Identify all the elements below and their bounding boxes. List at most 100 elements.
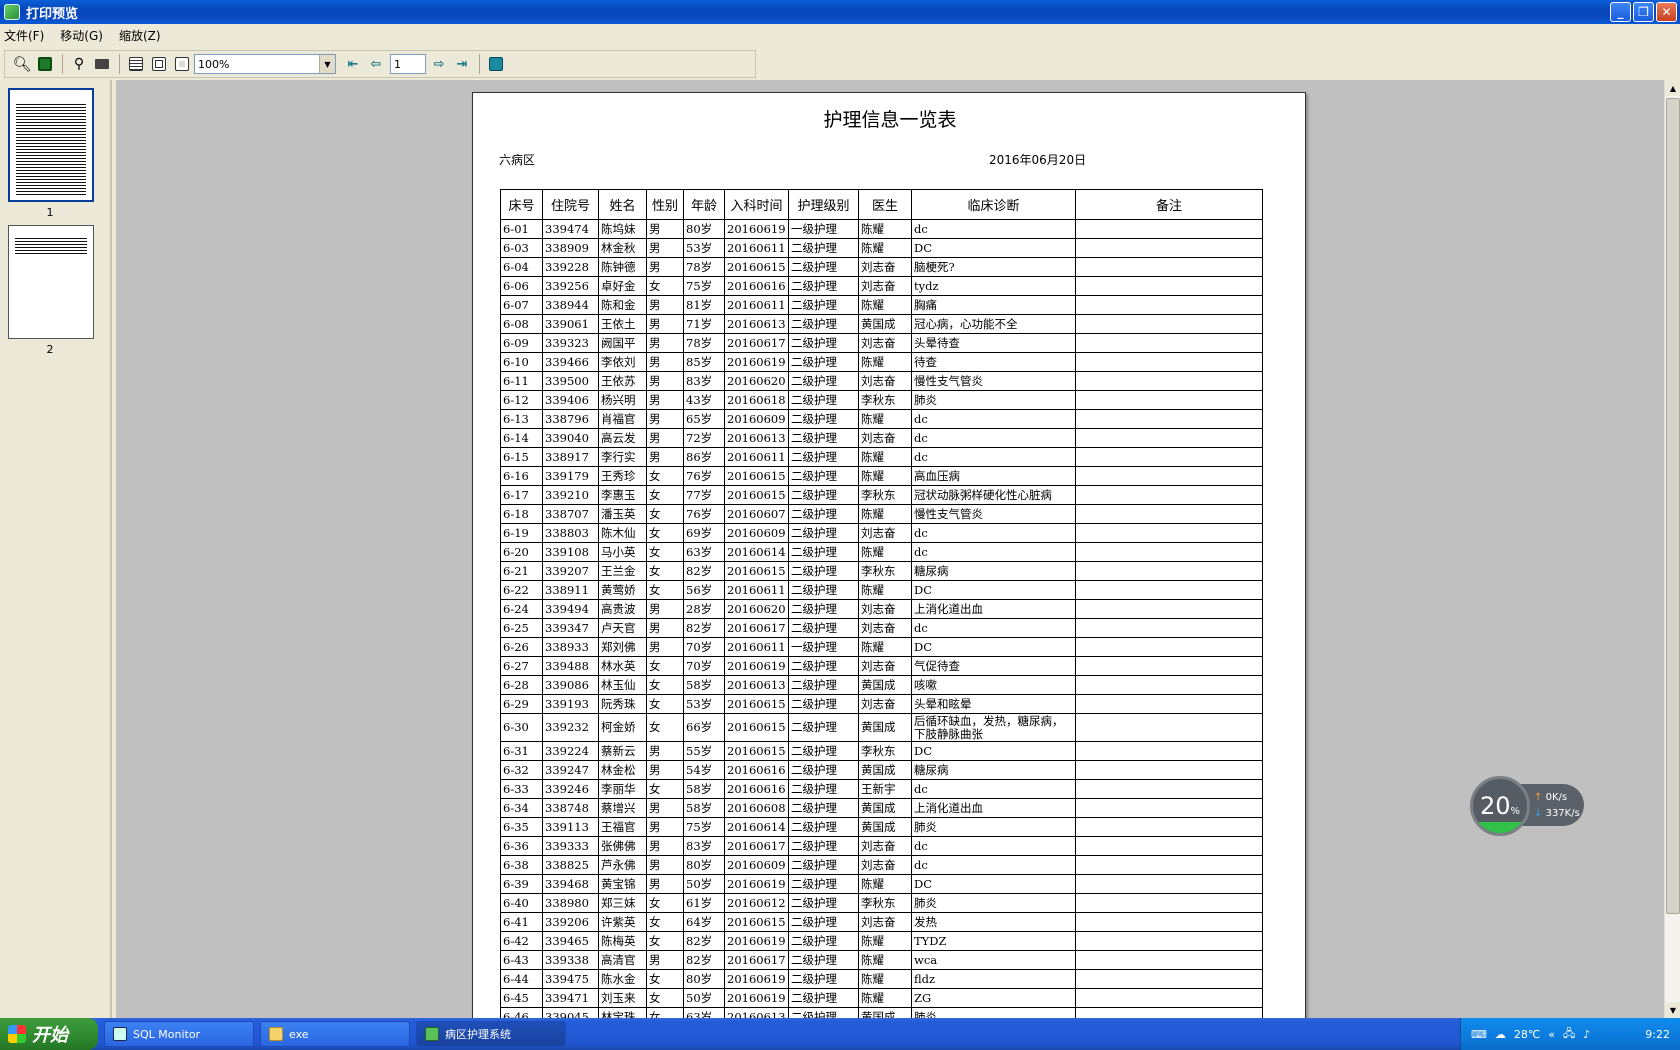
page-thumbnail-2[interactable] (8, 225, 94, 339)
table-cell: 女 (646, 466, 684, 486)
table-cell: 二级护理 (788, 542, 859, 562)
table-cell: 339228 (542, 257, 599, 277)
table-cell (1075, 390, 1263, 410)
table-cell: 53岁 (683, 694, 725, 714)
table-cell: 男 (646, 352, 684, 372)
table-cell (1075, 257, 1263, 277)
preview-area[interactable]: 护理信息一览表 六病区 2016年06月20日 床号 住院号 姓名 性别 年龄 入科时间护… (116, 80, 1664, 1018)
task-sql-monitor[interactable]: SQL Monitor (104, 1021, 254, 1047)
task-ward-nursing-system[interactable]: 病区护理系统 (416, 1021, 566, 1047)
table-cell: 54岁 (683, 760, 725, 780)
table-cell: 肺炎 (911, 893, 1076, 913)
table-cell: 二级护理 (788, 428, 859, 448)
page-width-button[interactable] (148, 53, 170, 75)
save-button[interactable] (34, 53, 56, 75)
scroll-thumb[interactable] (1666, 98, 1680, 914)
table-cell: 男 (646, 741, 684, 761)
menu-move[interactable]: 移动(G) (60, 27, 103, 44)
table-cell: 刘志奋 (858, 694, 912, 714)
table-cell: 338911 (542, 580, 599, 600)
table-cell: 陈耀 (858, 637, 912, 657)
table-cell: 83岁 (683, 371, 725, 391)
print-button[interactable] (91, 53, 113, 75)
zoom-button[interactable]: 🔍︎ (11, 53, 33, 75)
table-cell: 71岁 (683, 314, 725, 334)
table-cell: 男 (646, 618, 684, 638)
vertical-scrollbar[interactable]: ▲ ▼ (1664, 80, 1680, 1018)
title-bar[interactable]: 打印预览 _ ❐ ✕ (0, 0, 1680, 24)
weather-icon[interactable]: ☁ (1495, 1028, 1506, 1041)
table-cell: 338933 (542, 637, 599, 657)
minimize-button[interactable]: _ (1610, 2, 1631, 22)
last-page-button[interactable]: ⇥ (451, 53, 473, 75)
table-cell: 二级护理 (788, 855, 859, 875)
table-cell: 75岁 (683, 817, 725, 837)
table-row: 6-34 338748 蔡增兴男 58岁 20160608 二级护理 黄国成 上消化道出血 (500, 798, 1263, 818)
table-row: 6-29 339193 阮秀珠女 53岁 20160615 二级护理 刘志奋 头晕和眩晕 (500, 694, 1263, 714)
close-button[interactable]: ✕ (1656, 2, 1677, 22)
scroll-up-icon[interactable]: ▲ (1665, 80, 1680, 96)
table-cell: 6-40 (500, 893, 543, 913)
table-cell: 刘志奋 (858, 618, 912, 638)
table-cell: 李秋东 (858, 741, 912, 761)
chevron-down-icon[interactable]: ▼ (319, 55, 335, 73)
nursing-table: 床号 住院号 姓名 性别 年龄 入科时间 护理级别 医生 临床诊断 备注 6-01 339474 陈坞… (500, 189, 1263, 1018)
table-cell: 50岁 (683, 874, 725, 894)
table-cell: 339113 (542, 817, 599, 837)
one-page-button[interactable] (125, 53, 147, 75)
table-row: 6-15 338917 李行实男 86岁 20160611 二级护理 陈耀 dc (500, 447, 1263, 467)
table-cell (1075, 276, 1263, 296)
table-cell: 女 (646, 561, 684, 581)
prev-page-button[interactable]: ⇦ (365, 53, 387, 75)
close-preview-button[interactable] (485, 53, 507, 75)
table-row: 6-36 339333 张佛佛男 83岁 20160617 二级护理 刘志奋 dc (500, 836, 1263, 856)
volume-icon[interactable]: ♪ (1583, 1028, 1590, 1041)
table-cell: 高贵波 (598, 599, 647, 619)
menu-file[interactable]: 文件(F) (4, 27, 44, 44)
table-cell: fldz (911, 969, 1076, 989)
task-exe-folder[interactable]: exe (260, 1021, 410, 1047)
next-page-button[interactable]: ⇨ (428, 53, 450, 75)
table-cell: 二级护理 (788, 238, 859, 258)
page-thumbnail-1[interactable] (8, 88, 94, 202)
table-cell: 女 (646, 694, 684, 714)
restore-button[interactable]: ❐ (1633, 2, 1654, 22)
app-icon (425, 1027, 439, 1041)
download-arrow-icon: ↓ (1534, 808, 1543, 819)
network-widget[interactable]: ↑ 0K/s ↓ 337K/s 20% (1470, 776, 1588, 836)
print-setup-button[interactable]: ⚲ (68, 53, 90, 75)
table-cell: 二级护理 (788, 371, 859, 391)
table-cell: 刘志奋 (858, 523, 912, 543)
table-cell: 男 (646, 447, 684, 467)
zoom-select[interactable]: 100% ▼ (194, 54, 336, 74)
table-cell: 女 (646, 276, 684, 296)
table-cell: 黄国成 (858, 713, 912, 742)
keyboard-icon[interactable]: ⌨ (1471, 1028, 1487, 1041)
start-button[interactable]: 开始 (0, 1018, 98, 1050)
table-row: 6-38 338825 芦永佛男 80岁 20160609 二级护理 刘志奋 dc (500, 855, 1263, 875)
scroll-down-icon[interactable]: ▼ (1665, 1002, 1680, 1018)
network-icon[interactable]: 🖧︎ (1563, 1025, 1575, 1044)
page-number-input[interactable]: 1 (390, 54, 426, 74)
page-width-icon (152, 57, 166, 71)
first-page-button[interactable]: ⇤ (342, 53, 364, 75)
table-cell: 慢性支气管炎 (911, 371, 1076, 391)
table-cell: 338980 (542, 893, 599, 913)
clock[interactable]: 9:22 (1645, 1028, 1670, 1041)
table-cell: 20160609 (724, 855, 789, 875)
tray-arrow-icon[interactable]: « (1548, 1028, 1555, 1041)
table-row: 6-35 339113 王福官男 75岁 20160614 二级护理 黄国成 肺炎 (500, 817, 1263, 837)
table-cell: 76岁 (683, 504, 725, 524)
table-cell: 二级护理 (788, 912, 859, 932)
table-cell: 一级护理 (788, 637, 859, 657)
table-cell: 6-39 (500, 874, 543, 894)
full-page-button[interactable] (171, 53, 193, 75)
download-speed: 337K/s (1545, 808, 1580, 819)
table-cell: 20160611 (724, 295, 789, 315)
table-row: 6-44 339475 陈水金女 80岁 20160619 二级护理 陈耀 fldz (500, 969, 1263, 989)
menu-zoom[interactable]: 缩放(Z) (119, 27, 161, 44)
table-cell: 86岁 (683, 447, 725, 467)
table-cell: 339210 (542, 485, 599, 505)
table-cell: 二级护理 (788, 523, 859, 543)
weather-temp: 28℃ (1513, 1027, 1541, 1041)
